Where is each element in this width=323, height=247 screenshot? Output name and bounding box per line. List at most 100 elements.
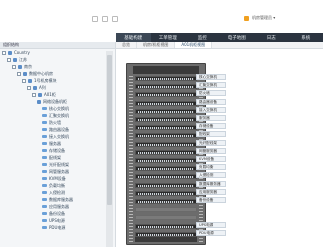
- device-label[interactable]: PDU电源: [196, 229, 226, 236]
- rack-device[interactable]: [135, 223, 197, 229]
- expand-toggle-icon[interactable]: [12, 64, 16, 69]
- tree-node[interactable]: 汇聚交换机: [0, 112, 104, 119]
- rack-device[interactable]: [135, 92, 197, 98]
- device-label[interactable]: UPS电源: [196, 221, 226, 228]
- device-label[interactable]: 核心交换机: [196, 74, 226, 80]
- nav-item[interactable]: 基础构建: [116, 33, 151, 42]
- rack-device[interactable]: [135, 166, 197, 172]
- nav-item[interactable]: 电子地图: [220, 33, 255, 42]
- tree-node[interactable]: KVM设备: [0, 175, 104, 182]
- tree-node[interactable]: 1号机房模块: [0, 77, 104, 84]
- tree-node-label: 1号机房模块: [34, 77, 57, 83]
- tab[interactable]: 机房/机柜视图: [137, 42, 176, 48]
- tree-node[interactable]: PDU电源: [0, 224, 104, 231]
- tree-node[interactable]: 接入交换机: [0, 133, 104, 140]
- tree-node[interactable]: A列: [0, 84, 104, 91]
- rack-device[interactable]: [135, 149, 197, 155]
- rack-base: [135, 236, 197, 242]
- tree-node[interactable]: 核心交换机: [0, 105, 104, 112]
- rack-device[interactable]: [135, 190, 197, 196]
- home-icon[interactable]: [92, 16, 98, 22]
- tree-node[interactable]: Country: [0, 49, 104, 56]
- device-icon: [42, 177, 47, 180]
- tree-scrollbar-thumb[interactable]: [107, 55, 112, 205]
- tree-node[interactable]: 网管服务器: [0, 168, 104, 175]
- device-label[interactable]: 备份设备: [196, 197, 226, 203]
- rack-device[interactable]: [135, 141, 197, 147]
- tree-node[interactable]: 江苏: [0, 56, 104, 63]
- device-label[interactable]: 网管服务器: [196, 147, 226, 154]
- rack-canvas: 核心交换机汇聚交换机 防火墙 路由器设备 接入交换机服务器存储设备 配线架 光纤配线架 网管…: [116, 49, 323, 247]
- user-menu[interactable]: 机房管理员 ▾: [244, 14, 275, 22]
- tree-node-label: 南京: [24, 63, 32, 69]
- device-label[interactable]: 入侵检测: [196, 172, 226, 179]
- tree-node[interactable]: 备份设备: [0, 210, 104, 217]
- device-label[interactable]: 接入交换机: [196, 106, 226, 113]
- device-label[interactable]: 应用服务器: [196, 188, 226, 195]
- rack-device[interactable]: [135, 125, 197, 131]
- tree-node[interactable]: A01柜: [0, 91, 104, 98]
- device-label[interactable]: 路由器设备: [196, 98, 226, 105]
- nav-item[interactable]: 监控: [185, 33, 220, 42]
- tree-node-label: 数据库服务器: [49, 196, 73, 202]
- rack-device[interactable]: [135, 117, 197, 122]
- tree-node[interactable]: 网络设备机柜: [0, 98, 104, 105]
- tab[interactable]: 总览: [116, 42, 137, 48]
- rack-device[interactable]: [135, 76, 197, 81]
- tree-node[interactable]: 应用服务器: [0, 203, 104, 210]
- tree-node[interactable]: 配线架: [0, 154, 104, 161]
- expand-toggle-icon[interactable]: [32, 92, 36, 97]
- rack-device[interactable]: [135, 199, 197, 204]
- tree-node[interactable]: 入侵检测: [0, 189, 104, 196]
- device-ports: [138, 176, 194, 179]
- device-label[interactable]: KVM设备: [196, 156, 226, 162]
- expand-toggle-icon[interactable]: [7, 57, 11, 62]
- tree-scrollbar[interactable]: [106, 51, 113, 247]
- device-label[interactable]: 光纤配线架: [196, 139, 226, 146]
- device-label[interactable]: 配线架: [196, 131, 226, 138]
- tree-node[interactable]: 负载均衡: [0, 182, 104, 189]
- device-label-text: 光纤配线架: [196, 139, 226, 146]
- tree-node[interactable]: 南京: [0, 63, 104, 70]
- expand-toggle-icon[interactable]: [17, 71, 21, 76]
- expand-toggle-icon[interactable]: [27, 85, 31, 90]
- expand-toggle-icon[interactable]: [22, 78, 26, 83]
- tree-node[interactable]: 防火墙: [0, 119, 104, 126]
- tree-node-label: UPS电源: [49, 217, 65, 223]
- rack-device[interactable]: [135, 182, 197, 188]
- device-label[interactable]: 防火墙: [196, 90, 226, 97]
- folder-icon: [13, 57, 17, 62]
- rack-device[interactable]: [135, 231, 197, 237]
- device-ports: [138, 160, 194, 162]
- rack-device[interactable]: [135, 133, 197, 139]
- chart-icon[interactable]: [112, 16, 118, 22]
- expand-toggle-icon[interactable]: [2, 50, 6, 55]
- tree-node[interactable]: 服务器: [0, 140, 104, 147]
- tree-node-label: Country: [14, 50, 30, 55]
- tab[interactable]: A01机柜视图: [175, 42, 213, 48]
- device-label[interactable]: 数据库服务器: [196, 180, 226, 187]
- nav-item[interactable]: 日志: [254, 33, 289, 42]
- rack-device[interactable]: [135, 84, 197, 90]
- rack-cabinet[interactable]: [126, 63, 206, 245]
- device-label[interactable]: 服务器: [196, 115, 226, 121]
- settings-icon[interactable]: [102, 16, 108, 22]
- device-label[interactable]: 存储设备: [196, 123, 226, 130]
- nav-item[interactable]: 系统: [289, 33, 323, 42]
- device-ports: [138, 78, 194, 80]
- tree-node[interactable]: 数据库服务器: [0, 196, 104, 203]
- device-label-text: 核心交换机: [196, 74, 226, 80]
- nav-item[interactable]: 工单管理: [151, 33, 186, 42]
- device-label[interactable]: 汇聚交换机: [196, 82, 226, 89]
- tree-node[interactable]: 光纤配线架: [0, 161, 104, 168]
- rack-device[interactable]: [135, 108, 197, 114]
- device-label[interactable]: 负载均衡: [196, 164, 226, 171]
- rack-device[interactable]: [135, 100, 197, 106]
- tree-node[interactable]: 路由器设备: [0, 126, 104, 133]
- tree-node[interactable]: UPS电源: [0, 217, 104, 224]
- tree-node[interactable]: 数据中心机房: [0, 70, 104, 77]
- rack-device[interactable]: [135, 174, 197, 180]
- org-tree: Country 江苏 南京 数据中心机房 1号机房模块 A列 A01柜 网络设备机柜 核心交换机…: [0, 49, 104, 247]
- tree-node[interactable]: 存储设备: [0, 147, 104, 154]
- rack-device[interactable]: [135, 158, 197, 163]
